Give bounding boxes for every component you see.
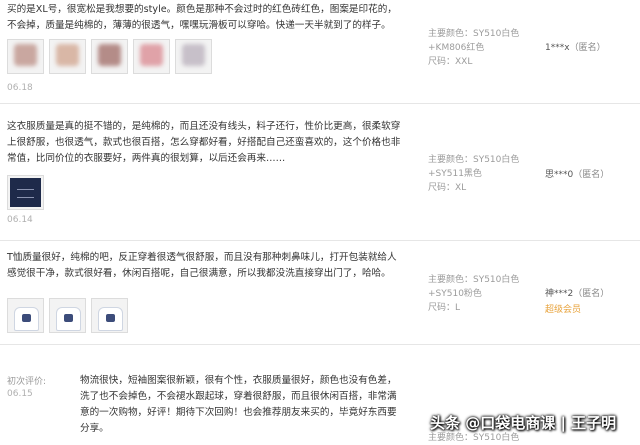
spec-size: 尺码：L [428, 303, 461, 313]
spec-color: 主要颜色：SY510白色 [428, 155, 520, 165]
spec-color: 主要颜色：SY510白色 [428, 29, 520, 39]
review-photos [7, 175, 44, 210]
reviewer-id: 思***0 [545, 170, 574, 180]
review-photo[interactable] [7, 175, 44, 210]
watermark: 头条 @口袋电商课 | 王子明 [430, 414, 617, 432]
review-item: 这衣服质量是真的挺不错的，是纯棉的，而且还没有线头，料子还行，性价比更高，很柔软… [0, 103, 640, 241]
review-item: T恤质量很好，纯棉的吧，反正穿着很透气很舒服，而且没有那种刺鼻味儿，打开包装就给… [0, 240, 640, 345]
review-photo[interactable] [91, 39, 128, 74]
purchase-spec: 主要颜色：SY510白色 +SY510粉色 尺码：L [428, 273, 519, 315]
purchase-spec: 主要颜色：SY510白色 +KM806红色 尺码：XXL [428, 27, 519, 69]
review-photos [7, 298, 128, 333]
reviewer-name: 1***x（匿名） [545, 41, 606, 55]
review-content: 买的是XL号，很宽松是我想要的style。颜色是那种不会过时的红色砖红色，图案是… [7, 4, 397, 31]
spec-color-extra: +SY510粉色 [428, 289, 482, 299]
review-photo[interactable] [7, 298, 44, 333]
review-date: 06.15 [7, 389, 33, 399]
initial-review-label: 初次评价: [7, 377, 47, 387]
review-photo[interactable] [133, 39, 170, 74]
review-photo[interactable] [7, 39, 44, 74]
anonymous-tag: （匿名） [569, 43, 606, 53]
purchase-spec: 主要颜色：SY510白色 [428, 431, 519, 445]
review-content: T恤质量很好，纯棉的吧，反正穿着很透气很舒服，而且没有那种刺鼻味儿，打开包装就给… [7, 252, 397, 279]
review-content: 物流很快，短袖图案很新颖，很有个性，衣服质量很好，颜色也没有色差，洗了也不会掉色… [80, 375, 397, 434]
anonymous-tag: （匿名） [573, 170, 610, 180]
reviewer-id: 神***2 [545, 289, 574, 299]
review-item: 买的是XL号，很宽松是我想要的style。颜色是那种不会过时的红色砖红色，图案是… [0, 0, 640, 104]
purchase-spec: 主要颜色：SY510白色 +SY511黑色 尺码：XL [428, 153, 519, 195]
reviewer-name: 思***0（匿名） [545, 168, 609, 182]
spec-size: 尺码：XXL [428, 57, 473, 67]
reviewer-id: 1***x [545, 43, 570, 53]
anonymous-tag: （匿名） [573, 289, 610, 299]
review-date: 06.14 [7, 215, 33, 225]
spec-color: 主要颜色：SY510白色 [428, 433, 520, 443]
review-photo[interactable] [49, 298, 86, 333]
review-content: 这衣服质量是真的挺不错的，是纯棉的，而且还没有线头，料子还行，性价比更高，很柔软… [7, 121, 401, 164]
reviewer-name: 神***2（匿名） [545, 287, 609, 301]
spec-color: 主要颜色：SY510白色 [428, 275, 520, 285]
spec-size: 尺码：XL [428, 183, 467, 193]
review-photo[interactable] [49, 39, 86, 74]
review-photo[interactable] [175, 39, 212, 74]
review-photos [7, 39, 212, 74]
spec-color-extra: +SY511黑色 [428, 169, 482, 179]
vip-badge: 超级会员 [545, 305, 582, 315]
review-date: 06.18 [7, 83, 33, 93]
review-photo[interactable] [91, 298, 128, 333]
spec-color-extra: +KM806红色 [428, 43, 485, 53]
